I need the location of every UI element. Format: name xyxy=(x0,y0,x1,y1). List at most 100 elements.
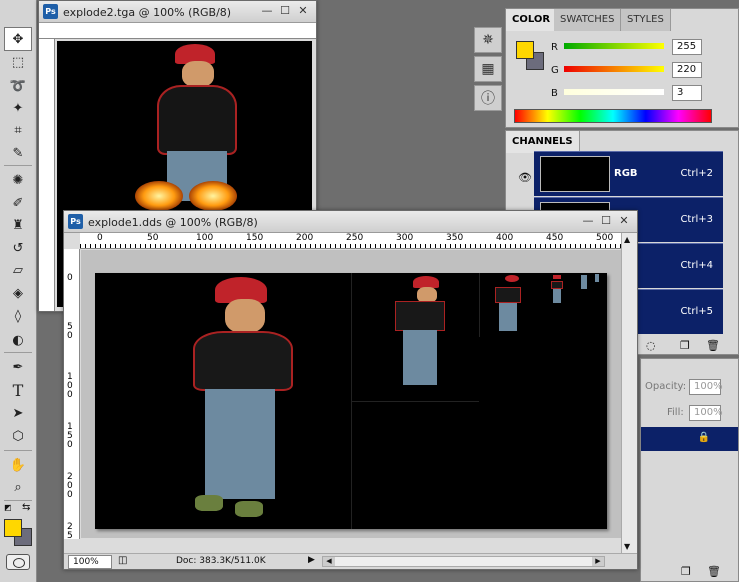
ruler-tick: 5 0 xyxy=(67,322,73,341)
eyedropper-tool-icon[interactable]: ✎ xyxy=(8,143,28,163)
restore-button[interactable]: ☐ xyxy=(599,214,613,227)
opacity-label: Opacity: xyxy=(645,381,687,392)
minimize-button[interactable]: — xyxy=(260,4,274,17)
marquee-tool-icon[interactable]: ⬚ xyxy=(8,52,28,72)
slider-g: G 220 xyxy=(506,62,726,84)
quick-mask-icon[interactable] xyxy=(6,554,30,570)
layers-panel: Opacity: 100% Fill: 100% 🔒 ❐ 🗑 xyxy=(640,358,739,582)
ruler-tick: 300 xyxy=(396,233,414,243)
slider-r: R 255 xyxy=(506,39,726,61)
hand-tool-icon[interactable]: ✋ xyxy=(8,455,28,475)
new-layer-icon[interactable]: ❐ xyxy=(681,565,691,578)
new-channel-icon[interactable]: ❐ xyxy=(680,339,690,352)
minimize-button[interactable]: — xyxy=(581,214,595,227)
slider-value-r[interactable]: 255 xyxy=(672,39,702,55)
clone-stamp-icon[interactable]: ♜ xyxy=(8,215,28,235)
healing-brush-icon[interactable]: ✺ xyxy=(8,170,28,190)
layer-row[interactable]: 🔒 xyxy=(641,427,738,451)
channel-name: RGB xyxy=(614,168,638,179)
histogram-icon[interactable]: ▦ xyxy=(474,56,502,82)
paint-bucket-icon[interactable]: ◈ xyxy=(8,283,28,303)
ruler-tick: 50 xyxy=(147,233,159,243)
slider-track[interactable] xyxy=(564,43,664,49)
eye-icon[interactable]: 👁 xyxy=(518,171,532,184)
trash-icon[interactable]: 🗑 xyxy=(707,565,721,578)
info-icon[interactable]: ⓘ xyxy=(474,85,502,111)
slider-track[interactable] xyxy=(564,66,664,72)
slider-value-g[interactable]: 220 xyxy=(672,62,702,78)
path-selection-icon[interactable]: ➤ xyxy=(8,403,28,423)
explosion-right xyxy=(189,181,237,211)
zoom-level-input[interactable]: 100% xyxy=(68,555,112,569)
status-icon[interactable]: ◫ xyxy=(118,555,127,566)
slider-b: B 3 xyxy=(506,85,726,107)
fill-input[interactable]: 100% xyxy=(689,405,723,421)
face-shape xyxy=(225,299,265,333)
window-title: explode1.dds @ 100% (RGB/8) xyxy=(88,216,258,229)
blur-tool-icon[interactable]: ◊ xyxy=(8,306,28,326)
face-shape xyxy=(182,61,214,87)
ruler-tick: 450 xyxy=(546,233,564,243)
ruler-tick: 400 xyxy=(496,233,514,243)
shirt-shape xyxy=(157,85,237,155)
tab-color[interactable]: COLOR xyxy=(506,9,558,31)
explosion-left xyxy=(135,181,183,211)
move-tool-icon[interactable]: ✥ xyxy=(4,27,32,51)
ruler-tick: 0 xyxy=(97,233,103,243)
channel-row-rgb[interactable]: RGB Ctrl+2 xyxy=(534,151,723,196)
vertical-ruler: 0 5 0 1 0 0 1 5 0 2 0 0 2 5 0 xyxy=(64,249,80,539)
shoe-shape xyxy=(195,495,223,511)
tab-channels[interactable]: CHANNELS xyxy=(506,131,580,153)
trash-icon[interactable]: 🗑 xyxy=(706,339,720,352)
status-menu-arrow-icon[interactable]: ▶ xyxy=(308,555,315,565)
magic-wand-icon[interactable]: ✦ xyxy=(8,98,28,118)
type-tool-icon[interactable]: T xyxy=(8,380,28,400)
shirt-shape xyxy=(193,331,293,391)
lasso-tool-icon[interactable]: ➰ xyxy=(8,76,28,96)
canvas[interactable] xyxy=(95,273,607,529)
tab-swatches[interactable]: SWATCHES xyxy=(554,9,622,31)
shoe-shape xyxy=(235,501,263,517)
ruler-tick: 0 xyxy=(67,273,73,283)
opacity-input[interactable]: 100% xyxy=(689,379,723,395)
color-ramp[interactable] xyxy=(514,109,712,123)
close-button[interactable]: ✕ xyxy=(296,4,310,17)
channel-shortcut: Ctrl+4 xyxy=(680,260,713,271)
title-bar[interactable]: Ps explode2.tga @ 100% (RGB/8) — ☐ ✕ xyxy=(39,1,316,23)
title-bar[interactable]: Ps explode1.dds @ 100% (RGB/8) — ☐ ✕ xyxy=(64,211,637,233)
lock-icon: 🔒 xyxy=(697,432,710,443)
history-brush-icon[interactable]: ↺ xyxy=(8,238,28,258)
scroll-right-icon[interactable]: ▶ xyxy=(592,557,604,566)
slider-value-b[interactable]: 3 xyxy=(672,85,702,101)
dodge-tool-icon[interactable]: ◐ xyxy=(8,330,28,350)
ruler-tick: 500 xyxy=(596,233,614,243)
scroll-down-icon[interactable]: ▼ xyxy=(624,542,630,551)
slider-track[interactable] xyxy=(564,89,664,95)
scroll-up-icon[interactable]: ▲ xyxy=(624,235,630,244)
jeans-shape xyxy=(205,389,275,499)
pen-tool-icon[interactable]: ✒ xyxy=(8,357,28,377)
shape-tool-icon[interactable]: ⬡ xyxy=(8,426,28,446)
restore-button[interactable]: ☐ xyxy=(278,4,292,17)
zoom-tool-icon[interactable]: ⌕ xyxy=(8,477,28,497)
ruler-tick: 250 xyxy=(346,233,364,243)
tab-styles[interactable]: STYLES xyxy=(621,9,671,31)
horizontal-scrollbar[interactable]: ◀ ▶ xyxy=(322,556,605,567)
fill-label: Fill: xyxy=(667,407,684,418)
fg-color-swatch[interactable] xyxy=(516,41,534,59)
swap-colors-icon[interactable]: ⇆ xyxy=(22,502,30,513)
default-colors-icon[interactable]: ◩ xyxy=(4,503,12,512)
ruler-tick: 350 xyxy=(446,233,464,243)
eraser-tool-icon[interactable]: ▱ xyxy=(8,260,28,280)
brush-tool-icon[interactable]: ✐ xyxy=(8,193,28,213)
ruler-tick: 200 xyxy=(296,233,314,243)
channel-load-icon[interactable]: ◌ xyxy=(646,339,656,352)
close-button[interactable]: ✕ xyxy=(617,214,631,227)
vertical-scrollbar[interactable]: ▲ ▼ xyxy=(621,233,637,553)
document-window-explode1[interactable]: Ps explode1.dds @ 100% (RGB/8) — ☐ ✕ 0 5… xyxy=(63,210,638,570)
foreground-color-swatch[interactable] xyxy=(4,519,22,537)
horizontal-ruler xyxy=(39,23,316,39)
crop-tool-icon[interactable]: ⌗ xyxy=(8,120,28,140)
scroll-left-icon[interactable]: ◀ xyxy=(323,557,335,566)
navigator-icon[interactable]: ✵ xyxy=(474,27,502,53)
